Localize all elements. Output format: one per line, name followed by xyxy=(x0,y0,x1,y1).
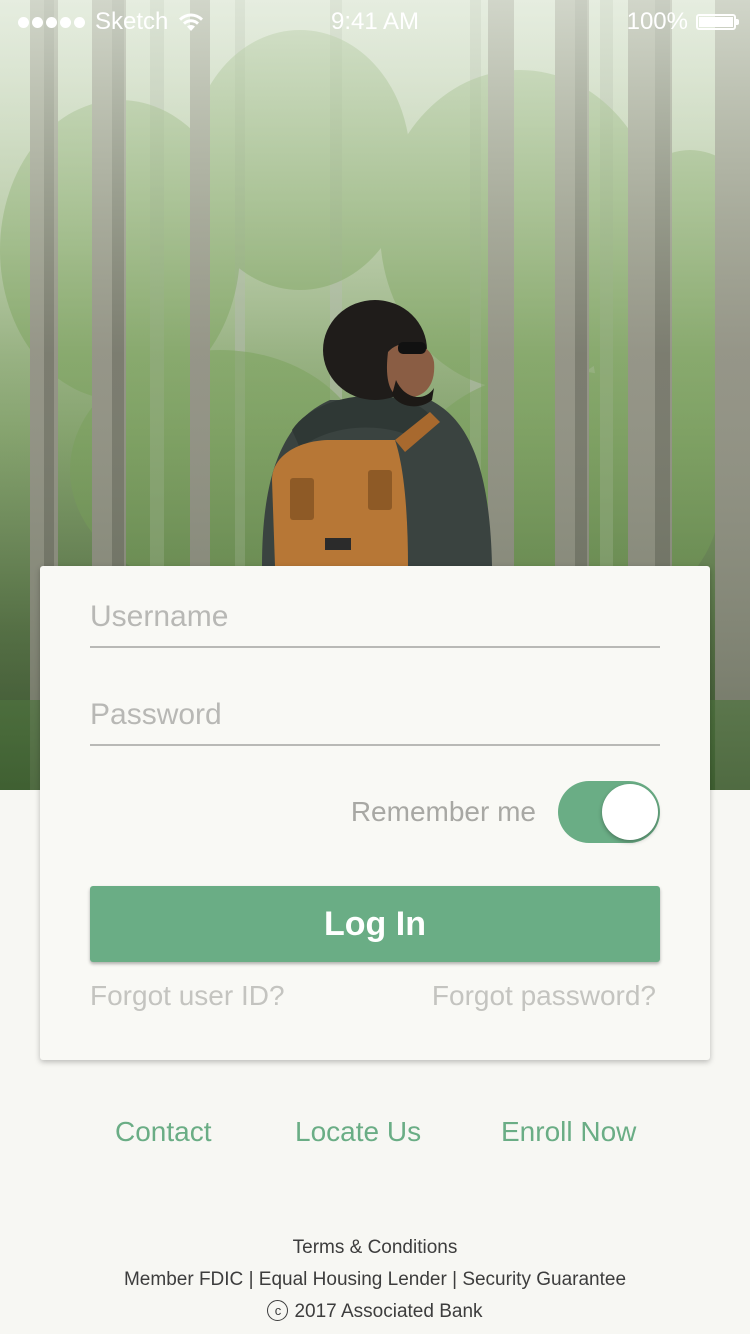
password-input[interactable] xyxy=(90,686,660,744)
login-card: Remember me Log In Forgot user ID? Forgo… xyxy=(40,566,710,1060)
remember-me-row: Remember me xyxy=(351,780,660,844)
copyright-text: 2017 Associated Bank xyxy=(294,1301,483,1322)
forgot-user-id-link[interactable]: Forgot user ID? xyxy=(90,980,285,1012)
login-button[interactable]: Log In xyxy=(90,886,660,962)
security-guarantee-link[interactable]: Security Guarantee xyxy=(462,1269,626,1290)
password-field xyxy=(90,686,660,746)
footer-terms-row: Terms & Conditions xyxy=(0,1232,750,1264)
toggle-knob xyxy=(602,784,658,840)
remember-me-toggle[interactable] xyxy=(558,781,660,843)
separator: | xyxy=(248,1269,254,1290)
forgot-password-link[interactable]: Forgot password? xyxy=(432,980,656,1012)
battery-percent: 100% xyxy=(626,8,688,35)
status-bar: Sketch 9:41 AM 100% xyxy=(0,0,750,44)
equal-housing-link[interactable]: Equal Housing Lender xyxy=(259,1269,447,1290)
username-input[interactable] xyxy=(90,588,660,646)
username-field xyxy=(90,588,660,648)
footer-copyright-row: c 2017 Associated Bank xyxy=(0,1296,750,1328)
terms-link[interactable]: Terms & Conditions xyxy=(293,1237,458,1258)
status-bar-right: 100% xyxy=(626,8,739,36)
battery-fill xyxy=(699,17,733,27)
battery-icon xyxy=(696,14,739,30)
member-fdic-link[interactable]: Member FDIC xyxy=(124,1269,243,1290)
enroll-now-link[interactable]: Enroll Now xyxy=(501,1116,636,1148)
footer: Terms & Conditions Member FDIC | Equal H… xyxy=(0,1232,750,1328)
separator: | xyxy=(452,1269,458,1290)
remember-me-label: Remember me xyxy=(350,796,536,827)
bottom-nav-links: Contact Locate Us Enroll Now xyxy=(0,1116,750,1156)
contact-link[interactable]: Contact xyxy=(115,1116,212,1148)
copyright-icon: c xyxy=(267,1300,289,1321)
locate-us-link[interactable]: Locate Us xyxy=(295,1116,421,1148)
footer-legal-row: Member FDIC | Equal Housing Lender | Sec… xyxy=(0,1264,750,1296)
